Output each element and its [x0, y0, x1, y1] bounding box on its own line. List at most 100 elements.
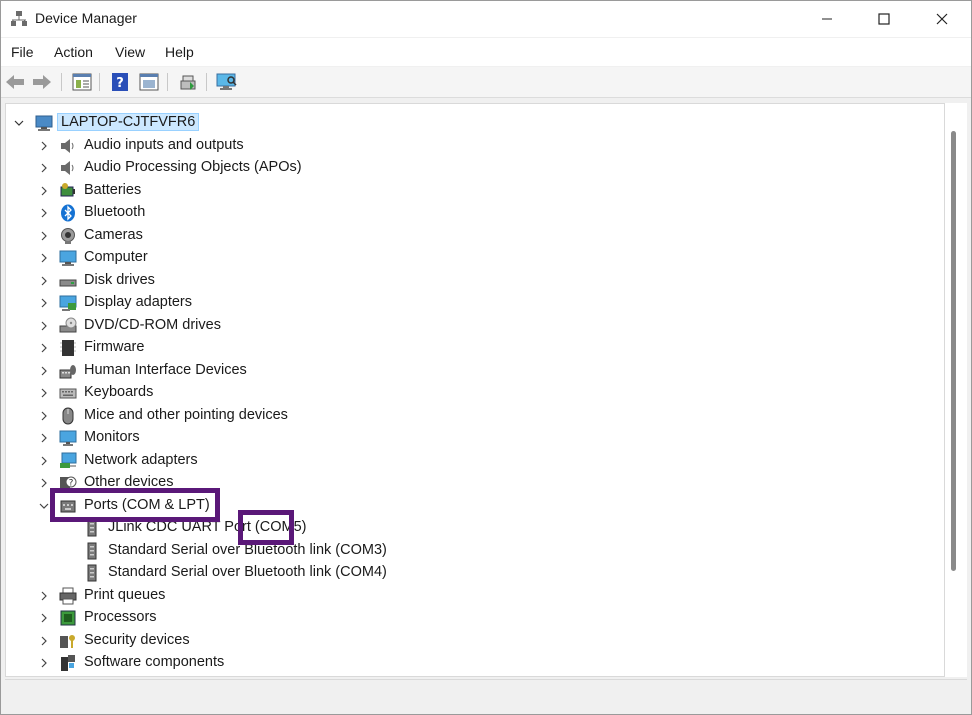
- tree-category-row[interactable]: Security devices: [6, 630, 936, 652]
- close-button[interactable]: [913, 1, 971, 37]
- update-driver-button[interactable]: [177, 71, 199, 93]
- tree-category-row[interactable]: Disk drives: [6, 270, 936, 292]
- chevron-right-icon[interactable]: [39, 208, 49, 218]
- chevron-right-icon[interactable]: [39, 433, 49, 443]
- tree-category-label: Network adapters: [84, 451, 198, 468]
- menu-file[interactable]: File: [11, 44, 34, 60]
- tree-category-label: Firmware: [84, 339, 145, 355]
- tree-category-row[interactable]: Audio Processing Objects (APOs): [6, 157, 936, 179]
- battery-icon: [60, 182, 75, 196]
- chevron-right-icon[interactable]: [39, 253, 49, 263]
- serial-device-icon: [87, 542, 97, 559]
- tree-category-row[interactable]: Human Interface Devices: [6, 360, 936, 382]
- tree-category-row[interactable]: Bluetooth: [6, 202, 936, 224]
- computer-icon: [59, 250, 77, 266]
- toolbar-separator: [206, 73, 207, 91]
- tree-category-row[interactable]: Monitors: [6, 427, 936, 449]
- chevron-right-icon[interactable]: [39, 613, 49, 623]
- tree-category-label: Batteries: [84, 181, 142, 198]
- status-bar: [5, 679, 967, 702]
- chevron-right-icon[interactable]: [39, 276, 49, 286]
- tree-category-label: Software components: [84, 654, 225, 670]
- chevron-right-icon[interactable]: [39, 343, 49, 353]
- tree-category-label: Monitors: [84, 429, 140, 445]
- security-device-icon: [60, 634, 75, 648]
- menu-bar: File Action View Help: [1, 38, 971, 66]
- tree-category-row[interactable]: Computer: [6, 247, 936, 269]
- tree-category-row[interactable]: Batteries: [6, 180, 936, 202]
- mouse-icon: [62, 407, 74, 424]
- vertical-scrollbar[interactable]: [945, 103, 967, 677]
- chevron-right-icon[interactable]: [39, 366, 49, 376]
- chevron-right-icon[interactable]: [39, 298, 49, 308]
- chevron-right-icon[interactable]: [39, 388, 49, 398]
- tree-category-label: Audio Processing Objects (APOs): [84, 159, 302, 175]
- chevron-right-icon[interactable]: [39, 478, 49, 488]
- tree-category-row[interactable]: Display adapters: [6, 292, 936, 314]
- tree-category-row[interactable]: Software components: [6, 652, 936, 674]
- chevron-down-icon[interactable]: [14, 118, 24, 128]
- show-hidden-icon: [139, 73, 159, 91]
- toolbar-separator: [99, 73, 100, 91]
- back-button[interactable]: [4, 71, 26, 93]
- forward-button[interactable]: [31, 71, 53, 93]
- minimize-button[interactable]: [798, 1, 856, 37]
- chevron-right-icon[interactable]: [39, 321, 49, 331]
- tree-category-row[interactable]: DVD/CD-ROM drives: [6, 315, 936, 337]
- device-manager-app-icon: [11, 11, 27, 26]
- firmware-icon: [60, 340, 76, 356]
- tree-category-row[interactable]: Mice and other pointing devices: [6, 405, 936, 427]
- menu-help[interactable]: Help: [165, 44, 194, 60]
- tree-category-row[interactable]: Cameras: [6, 225, 936, 247]
- tree-category-row[interactable]: Print queues: [6, 585, 936, 607]
- help-button[interactable]: ?: [109, 71, 131, 93]
- tree-category-label: Print queues: [84, 586, 166, 603]
- chevron-right-icon[interactable]: [39, 658, 49, 668]
- menu-action[interactable]: Action: [54, 44, 93, 60]
- window-title: Device Manager: [35, 10, 137, 26]
- tree-category-row[interactable]: Network adapters: [6, 450, 936, 472]
- chevron-right-icon[interactable]: [39, 411, 49, 421]
- tree-device-row[interactable]: Standard Serial over Bluetooth link (COM…: [6, 562, 936, 584]
- svg-text:?: ?: [69, 479, 74, 489]
- software-component-icon: [61, 655, 75, 671]
- device-tree[interactable]: LAPTOP-CJTFVFR6 Audio inputs and outputs…: [5, 103, 945, 677]
- bluetooth-icon: [61, 204, 75, 222]
- tree-category-row[interactable]: Audio inputs and outputs: [6, 135, 936, 157]
- scan-hardware-icon: [216, 73, 237, 90]
- chevron-right-icon[interactable]: [39, 186, 49, 196]
- chevron-right-icon[interactable]: [39, 591, 49, 601]
- printer-icon: [59, 587, 77, 604]
- scrollbar-thumb[interactable]: [951, 131, 956, 571]
- toolbar-separator: [167, 73, 168, 91]
- toolbar-separator: [61, 73, 62, 91]
- chevron-right-icon[interactable]: [39, 141, 49, 151]
- annotation-highlight-com5: [238, 510, 294, 545]
- chevron-right-icon[interactable]: [39, 231, 49, 241]
- tree-category-row[interactable]: Firmware: [6, 337, 936, 359]
- tree-category-label: Disk drives: [84, 271, 155, 288]
- show-hidden-button[interactable]: [138, 71, 160, 93]
- chevron-right-icon[interactable]: [39, 163, 49, 173]
- chevron-right-icon[interactable]: [39, 456, 49, 466]
- tree-root-row[interactable]: LAPTOP-CJTFVFR6: [6, 112, 936, 134]
- tree-category-row[interactable]: Keyboards: [6, 382, 936, 404]
- scan-hardware-button[interactable]: [216, 71, 238, 93]
- tree-category-label: Display adapters: [84, 294, 192, 310]
- chevron-right-icon[interactable]: [39, 636, 49, 646]
- hid-icon: [59, 364, 76, 378]
- forward-arrow-icon: [33, 75, 51, 89]
- chevron-down-icon[interactable]: [39, 501, 49, 511]
- tree-category-label: Keyboards: [84, 384, 154, 400]
- maximize-button[interactable]: [855, 1, 913, 37]
- dvd-drive-icon: [59, 317, 77, 332]
- menu-view[interactable]: View: [115, 44, 145, 60]
- tree-category-label: Audio inputs and outputs: [84, 136, 244, 153]
- device-manager-window: Device Manager File Action View Help ? L…: [0, 0, 972, 715]
- properties-button[interactable]: [71, 71, 93, 93]
- tree-category-row[interactable]: Processors: [6, 607, 936, 629]
- tree-category-label: Computer: [84, 249, 148, 265]
- tree-device-row[interactable]: Standard Serial over Bluetooth link (COM…: [6, 540, 936, 562]
- tree-category-label: Security devices: [84, 631, 190, 648]
- camera-icon: [61, 227, 75, 244]
